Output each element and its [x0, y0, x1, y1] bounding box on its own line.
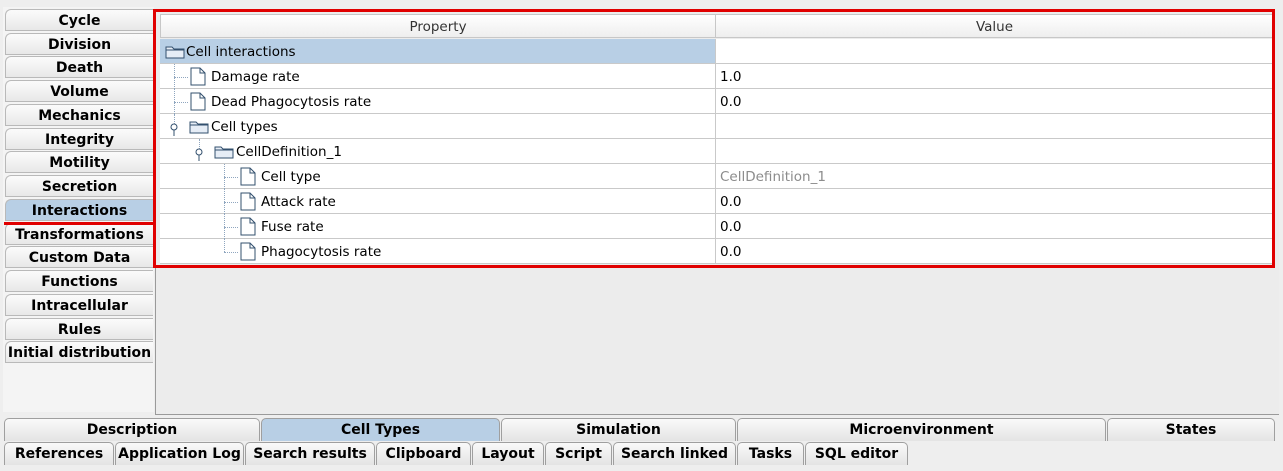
tab-custom-data[interactable]: Custom Data [5, 246, 153, 268]
folder-icon [165, 46, 185, 59]
table-row[interactable]: CellDefinition_1 [160, 139, 1274, 164]
tab-functions[interactable]: Functions [5, 270, 153, 292]
tab-script[interactable]: Script [545, 442, 612, 465]
active-tab-underline [4, 222, 157, 225]
column-header-property[interactable]: Property [160, 14, 716, 38]
tab-sql-editor[interactable]: SQL editor [805, 442, 908, 465]
table-row[interactable]: Attack rate 0.0 [160, 189, 1274, 214]
row-label: Phagocytosis rate [261, 244, 382, 260]
table-row[interactable]: Dead Phagocytosis rate 0.0 [160, 89, 1274, 114]
row-label: Cell type [261, 169, 321, 185]
document-icon [240, 167, 256, 186]
tab-division[interactable]: Division [5, 33, 153, 55]
folder-icon [214, 146, 234, 159]
tab-intracellular[interactable]: Intracellular [5, 294, 153, 316]
tab-cycle[interactable]: Cycle [5, 9, 153, 31]
document-icon [240, 192, 256, 211]
tab-motility[interactable]: Motility [5, 151, 153, 173]
tab-transformations[interactable]: Transformations [5, 223, 153, 245]
tab-tasks[interactable]: Tasks [737, 442, 804, 465]
document-icon [240, 242, 256, 261]
row-value[interactable]: CellDefinition_1 [720, 164, 826, 188]
row-label: Cell interactions [186, 44, 296, 60]
tab-search-results[interactable]: Search results [245, 442, 375, 465]
row-label: Damage rate [211, 69, 300, 85]
tab-secretion[interactable]: Secretion [5, 175, 153, 197]
column-header-value[interactable]: Value [715, 14, 1274, 38]
tab-microenvironment[interactable]: Microenvironment [737, 418, 1106, 441]
tab-initial-distribution[interactable]: Initial distribution [5, 341, 153, 363]
table-row[interactable]: Cell types [160, 114, 1274, 139]
tab-volume[interactable]: Volume [5, 80, 153, 102]
row-value[interactable]: 0.0 [720, 214, 741, 238]
tab-mechanics[interactable]: Mechanics [5, 104, 153, 126]
row-value[interactable]: 0.0 [720, 89, 741, 113]
tab-rules[interactable]: Rules [5, 318, 153, 340]
row-label: Fuse rate [261, 219, 324, 235]
tab-description[interactable]: Description [4, 418, 260, 441]
row-label: CellDefinition_1 [236, 144, 342, 160]
expand-handle-icon[interactable] [169, 123, 180, 137]
tab-clipboard[interactable]: Clipboard [376, 442, 471, 465]
folder-icon [189, 121, 209, 134]
tab-cell-types[interactable]: Cell Types [261, 418, 500, 441]
tab-search-linked[interactable]: Search linked [613, 442, 736, 465]
row-label: Cell types [211, 119, 278, 135]
tab-interactions[interactable]: Interactions [5, 199, 153, 221]
row-label: Attack rate [261, 194, 336, 210]
table-row[interactable]: Phagocytosis rate 0.0 [160, 239, 1274, 264]
tab-states[interactable]: States [1107, 418, 1275, 441]
tab-application-log[interactable]: Application Log [115, 442, 244, 465]
property-table: Property Value Cell interactions Damage … [155, 10, 1279, 415]
document-icon [190, 67, 206, 86]
row-value[interactable]: 0.0 [720, 189, 741, 213]
table-row[interactable]: Fuse rate 0.0 [160, 214, 1274, 239]
left-tab-panel: Cycle Division Death Volume Mechanics In… [3, 7, 154, 412]
tab-death[interactable]: Death [5, 56, 153, 78]
expand-handle-icon[interactable] [194, 148, 205, 162]
tab-integrity[interactable]: Integrity [5, 128, 153, 150]
table-row[interactable]: Cell interactions [160, 39, 1274, 64]
row-value[interactable]: 1.0 [720, 64, 741, 88]
row-label: Dead Phagocytosis rate [211, 94, 372, 110]
document-icon [240, 217, 256, 236]
tab-layout[interactable]: Layout [472, 442, 544, 465]
document-icon [190, 92, 206, 111]
tab-simulation[interactable]: Simulation [501, 418, 736, 441]
tab-references[interactable]: References [4, 442, 114, 465]
table-row[interactable]: Cell type CellDefinition_1 [160, 164, 1274, 189]
table-row[interactable]: Damage rate 1.0 [160, 64, 1274, 89]
row-value[interactable]: 0.0 [720, 239, 741, 263]
